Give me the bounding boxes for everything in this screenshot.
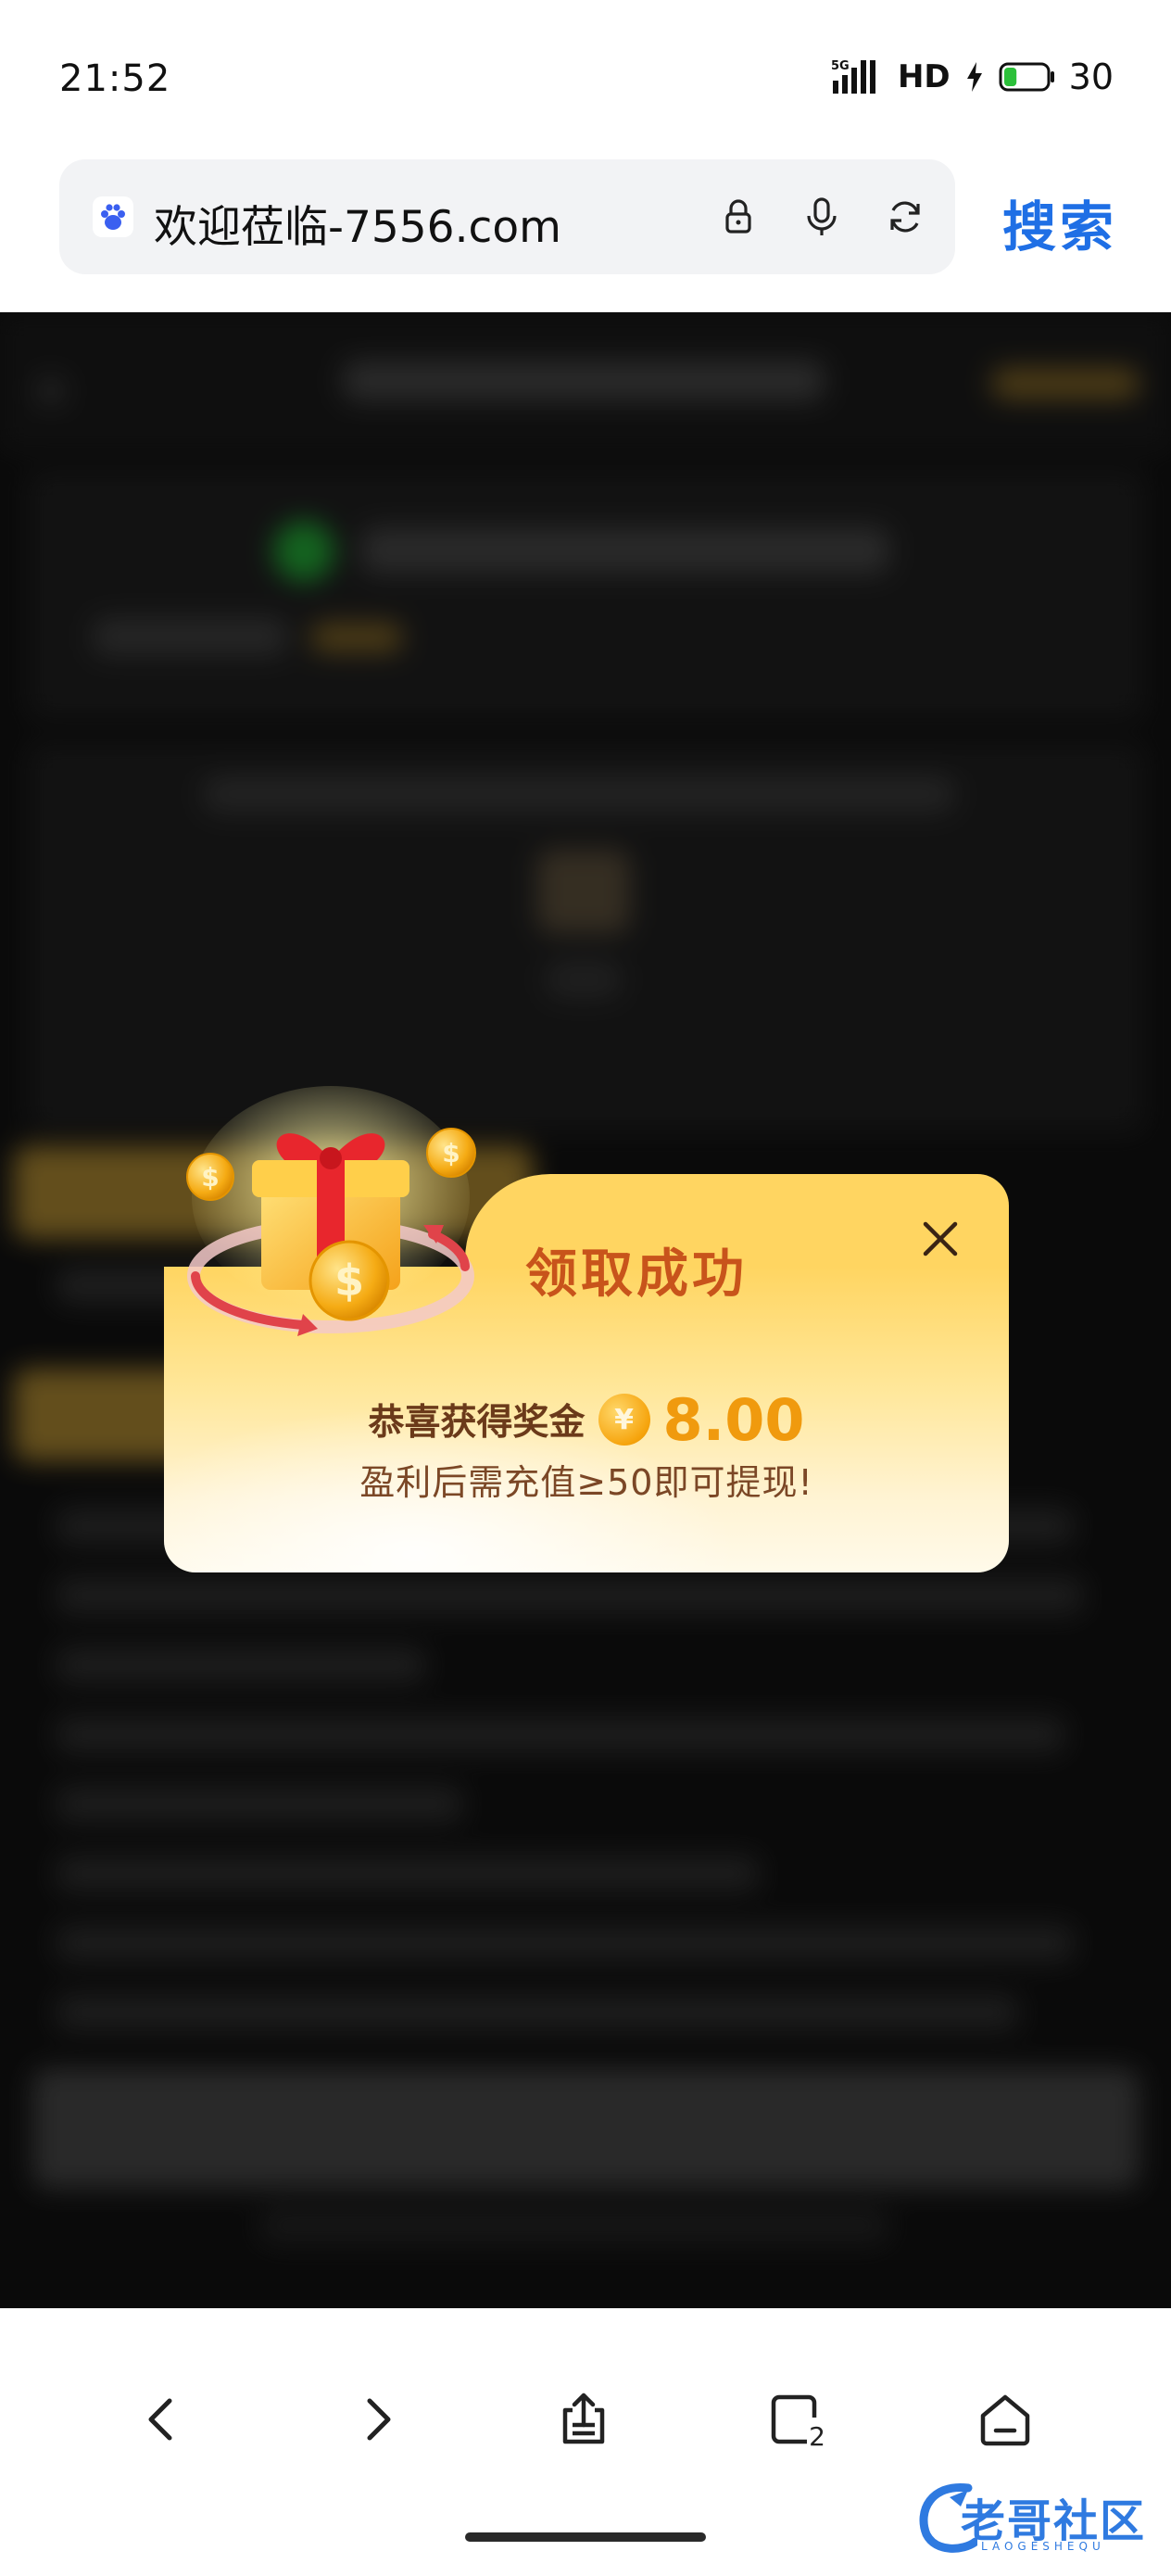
status-time: 21:52 [59,57,171,100]
reward-label: 恭喜获得奖金 [368,1402,586,1444]
battery-icon [999,62,1054,92]
home-indicator[interactable] [465,2532,706,2542]
back-icon[interactable] [134,2392,190,2447]
microphone-icon[interactable] [799,194,845,240]
reward-amount: 8.00 [662,1385,805,1454]
network-type: 5G [831,59,850,73]
forward-icon[interactable] [349,2392,405,2447]
charging-icon [966,62,982,92]
status-indicators: 5G HD 30 [831,54,1114,100]
svg-text:$: $ [201,1162,219,1193]
reward-modal: 领取成功 恭喜获得奖金 ¥ 8.00 盈利后需充值≥50即可提现! $ $ $ [164,1086,1009,1572]
close-icon[interactable] [918,1217,963,1261]
url-title[interactable]: 欢迎莅临-7556.com [154,191,561,255]
signal-icon: 5G [831,59,875,94]
forward-button[interactable] [331,2373,423,2466]
tabs-button[interactable]: 2 [752,2373,845,2466]
share-icon[interactable] [554,2390,613,2449]
home-button[interactable] [959,2373,1051,2466]
status-bar: 21:52 5G HD 30 [0,0,1171,158]
tab-count: 2 [809,2421,825,2449]
watermark-logo: 老哥社区 LAOGESHEQU [913,2469,1153,2562]
hd-indicator: HD [897,58,951,95]
svg-text:$: $ [334,1256,364,1306]
coin-icon: ¥ [598,1394,650,1446]
search-button[interactable]: 搜索 [1002,183,1117,261]
watermark-subtext: LAOGESHEQU [981,2540,1105,2553]
battery-percent: 30 [1068,57,1114,97]
modal-title: 领取成功 [525,1244,748,1305]
share-button[interactable] [537,2373,630,2466]
back-button[interactable] [116,2373,208,2466]
currency-symbol: ¥ [614,1403,634,1436]
baidu-paw-icon [93,196,133,237]
refresh-icon[interactable] [882,194,928,240]
reward-row: 恭喜获得奖金 ¥ 8.00 [164,1383,1009,1457]
tabs-icon[interactable]: 2 [766,2390,831,2449]
gift-box-icon: $ $ $ [186,1086,476,1336]
close-button[interactable] [913,1211,968,1267]
lock-icon[interactable] [715,194,762,240]
address-bar[interactable]: 欢迎莅临-7556.com [59,159,955,274]
home-icon[interactable] [976,2390,1035,2449]
svg-text:$: $ [442,1138,460,1168]
reward-note: 盈利后需充值≥50即可提现! [359,1462,813,1503]
